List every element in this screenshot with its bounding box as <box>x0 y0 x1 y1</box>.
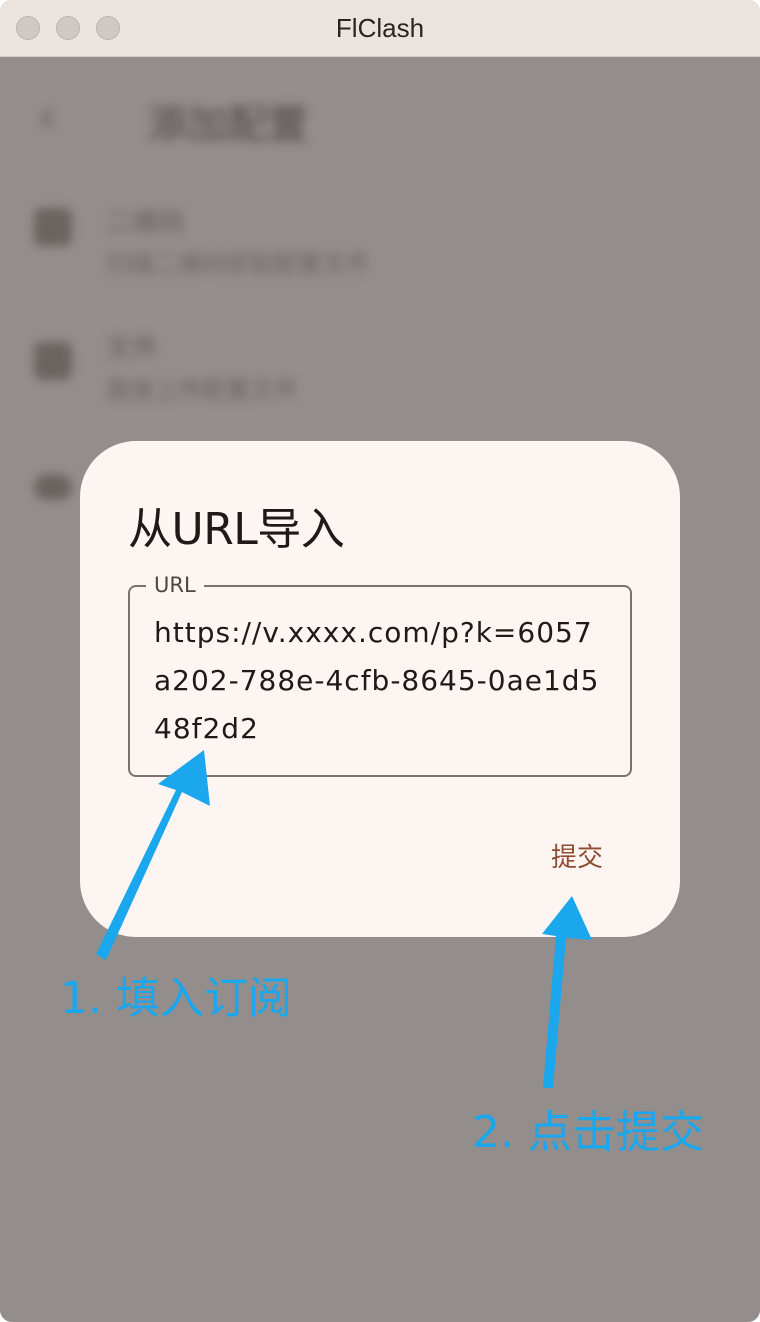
submit-button[interactable]: 提交 <box>532 836 622 880</box>
background-page-title: 添加配置 <box>148 102 308 148</box>
title-bar: FlClash <box>0 0 760 57</box>
annotation-step-2: 2. 点击提交 <box>472 1107 704 1158</box>
file-icon <box>34 342 72 380</box>
background-item-subtitle: 直接上传配置文件 <box>106 376 298 404</box>
window-title: FlClash <box>335 13 425 43</box>
url-field-label: URL <box>146 570 204 600</box>
url-input-value[interactable]: https://v.xxxx.com/p?k=6057a202-788e-4cf… <box>154 609 610 753</box>
dialog-title: 从URL导入 <box>128 504 345 555</box>
background-item-title: 文件 <box>106 334 159 364</box>
background-item-title: 二维码 <box>106 208 185 238</box>
app-window: FlClash ‹ 添加配置 二维码 扫描二维码获取配置文件 文件 直接上传配置… <box>0 0 760 1322</box>
chevron-left-icon: ‹ <box>38 92 56 143</box>
annotation-step-1: 1. 填入订阅 <box>60 973 292 1024</box>
background-item-subtitle: 扫描二维码获取配置文件 <box>106 250 370 278</box>
import-url-dialog: 从URL导入 URL https://v.xxxx.com/p?k=6057a2… <box>80 441 680 937</box>
qr-code-icon <box>34 208 72 246</box>
url-input-field[interactable]: URL https://v.xxxx.com/p?k=6057a202-788e… <box>128 570 632 777</box>
cloud-icon <box>34 474 72 500</box>
